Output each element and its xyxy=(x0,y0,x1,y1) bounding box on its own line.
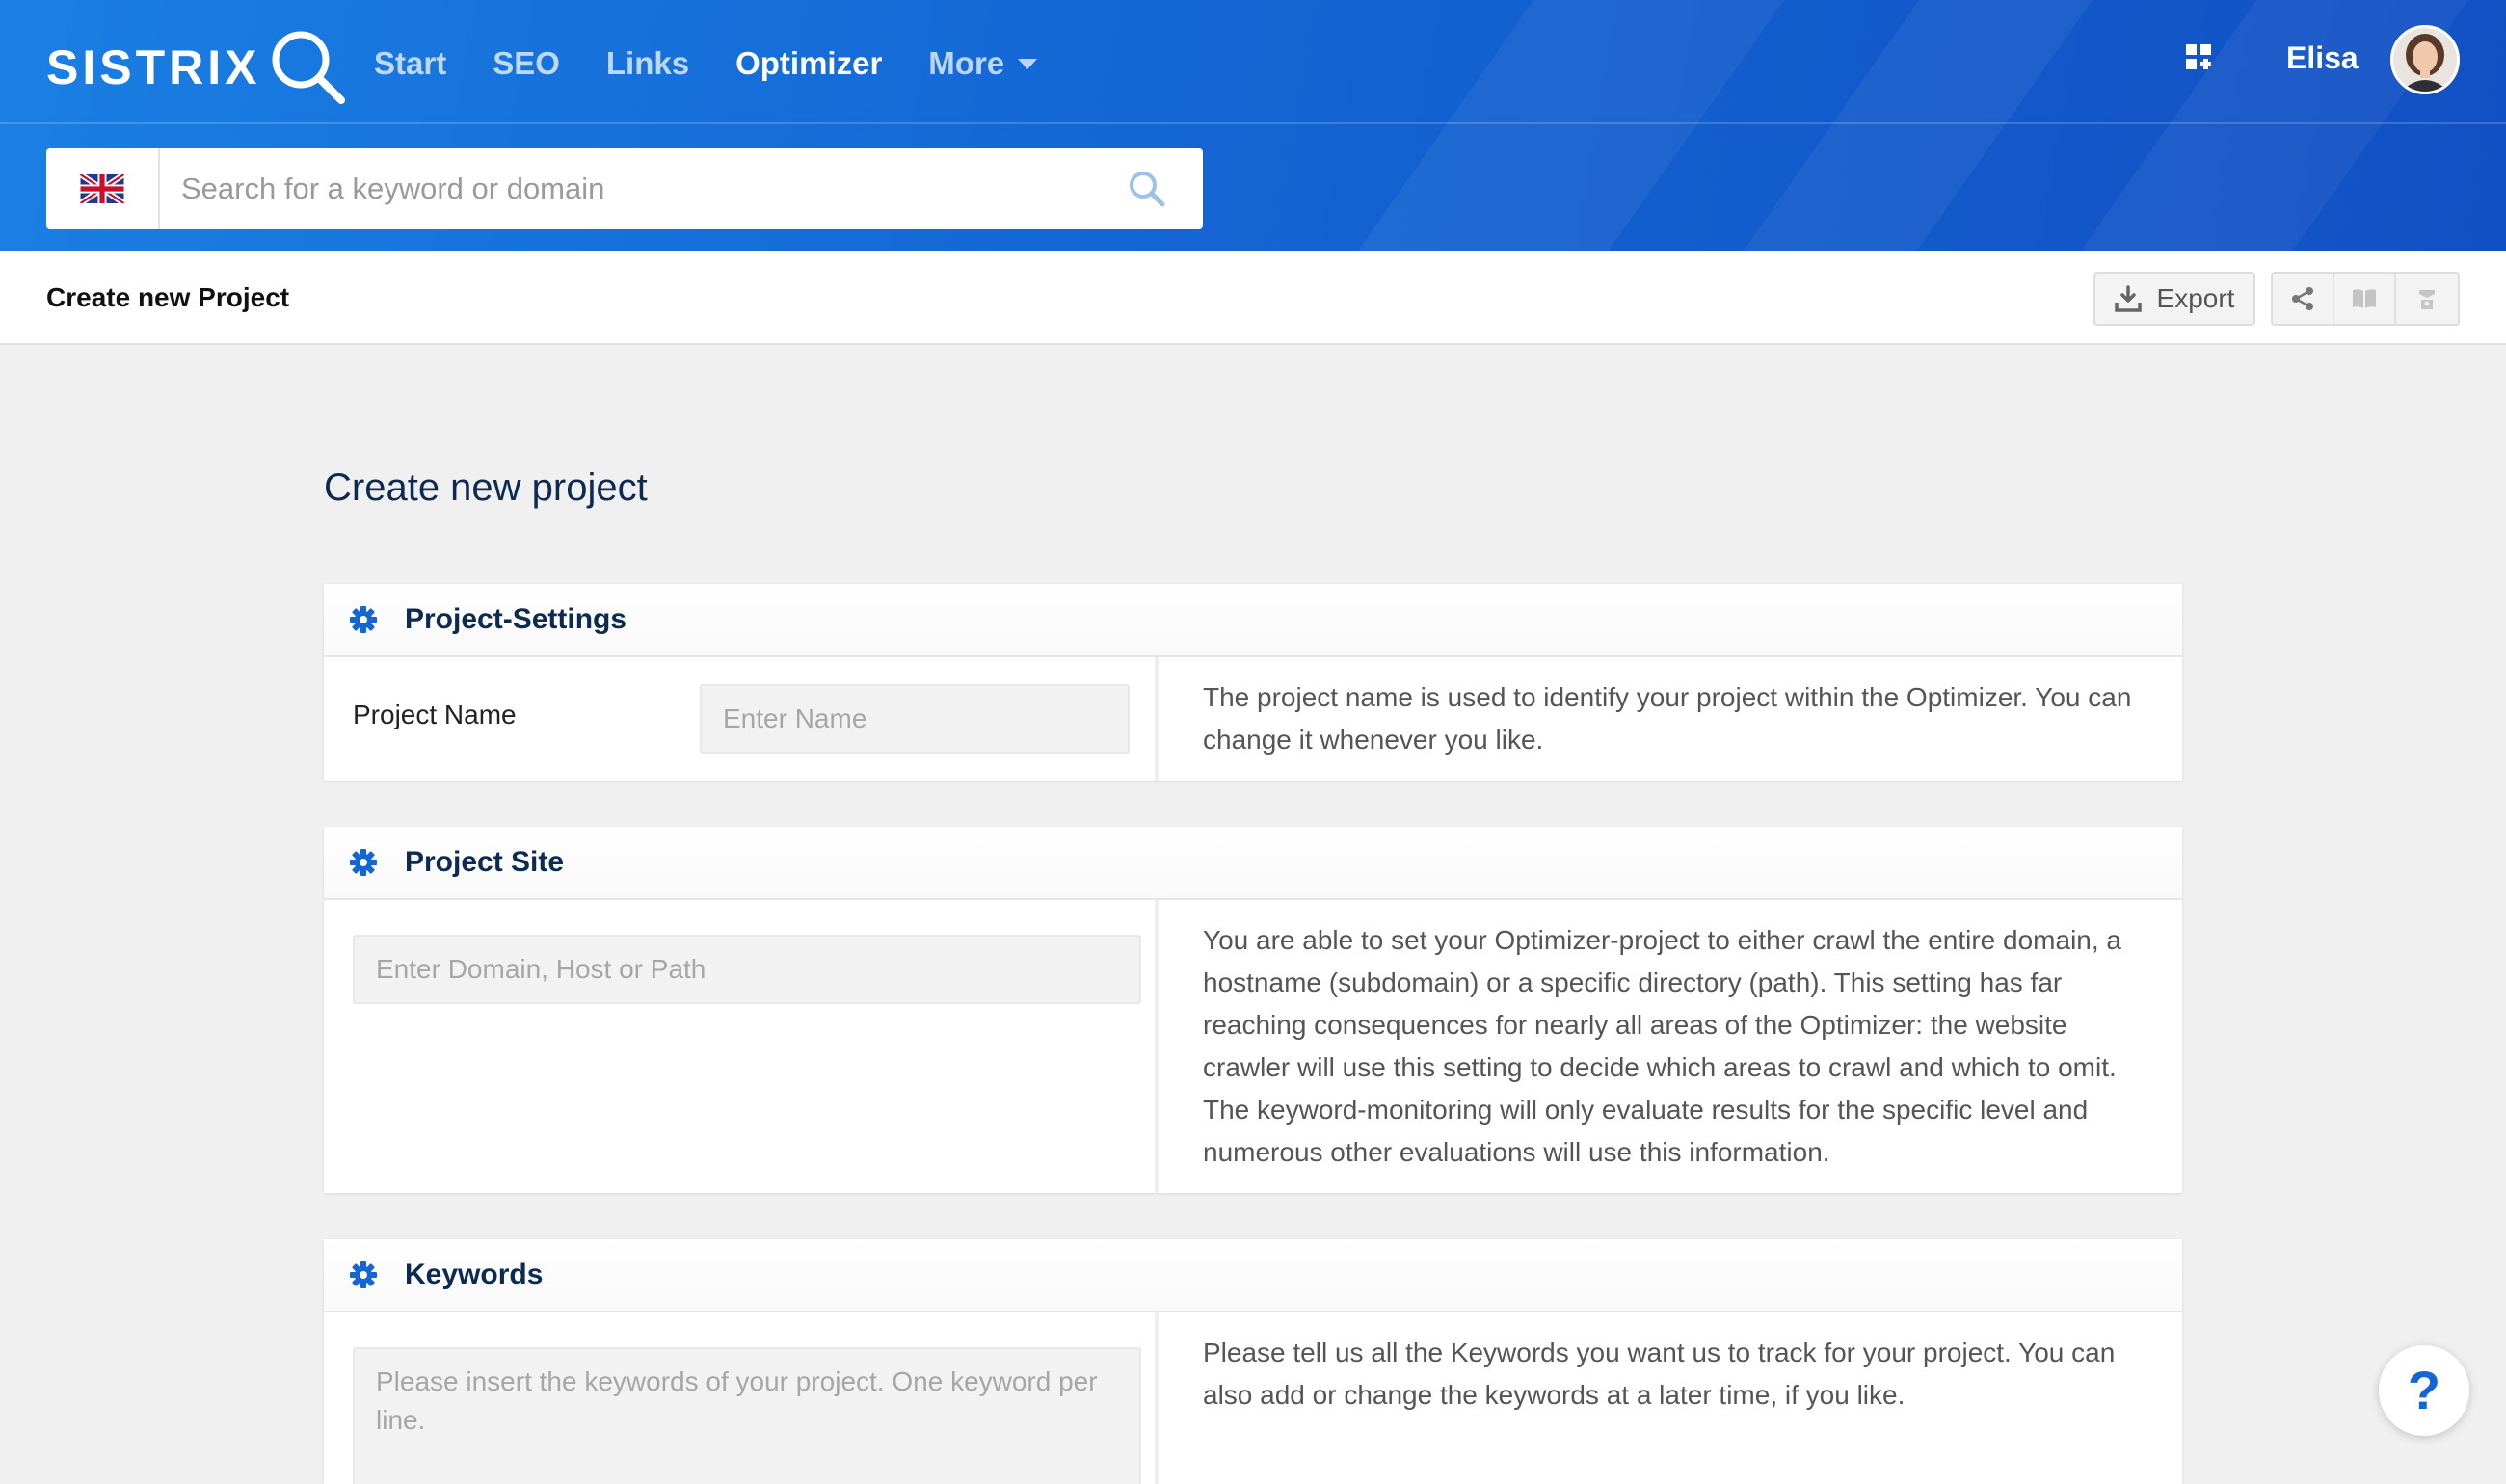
uk-flag-icon xyxy=(80,174,124,203)
export-label: Export xyxy=(2156,283,2235,313)
card-form-column xyxy=(324,1312,1159,1484)
header-decor xyxy=(1357,0,1785,251)
export-button[interactable]: Export xyxy=(2093,272,2255,326)
card-title: Project-Settings xyxy=(405,603,627,635)
header-divider xyxy=(0,122,2506,124)
logo-text: SISTRIX xyxy=(46,40,261,94)
project-site-input[interactable] xyxy=(353,935,1141,1004)
project-site-help: You are able to set your Optimizer-proje… xyxy=(1203,925,2121,1167)
search-input[interactable] xyxy=(160,148,1126,229)
user-avatar[interactable] xyxy=(2390,25,2460,94)
apps-grid-icon[interactable] xyxy=(2184,42,2215,73)
project-name-help: The project name is used to identify you… xyxy=(1203,682,2132,755)
page-title: Create new project xyxy=(324,466,648,509)
nav-optimizer[interactable]: Optimizer xyxy=(735,45,882,82)
card-body: You are able to set your Optimizer-proje… xyxy=(324,900,2182,1193)
help-button[interactable]: ? xyxy=(2379,1345,2469,1436)
card-header: Project Site xyxy=(324,827,2182,900)
project-site-card: Project Site You are able to set your Op… xyxy=(324,827,2182,1193)
download-icon xyxy=(2114,285,2142,312)
nav-links[interactable]: Links xyxy=(606,45,689,82)
question-mark-icon: ? xyxy=(2407,1360,2441,1420)
project-settings-card: Project-Settings Project Name The projec… xyxy=(324,584,2182,781)
manual-button[interactable] xyxy=(2334,274,2396,324)
nav-optimizer-label: Optimizer xyxy=(735,45,883,81)
page-toolbar: Create new Project Export xyxy=(0,251,2506,345)
main-nav: Start SEO Links Optimizer More xyxy=(374,37,1083,91)
logo-magnifier-icon xyxy=(272,31,346,104)
nav-more[interactable]: More xyxy=(928,45,1038,82)
top-header: SISTRIX Start SEO Links Optimizer More E… xyxy=(0,0,2506,251)
header-decor xyxy=(1743,0,2093,251)
nav-start[interactable]: Start xyxy=(374,45,446,82)
caret-down-icon xyxy=(1018,58,1038,69)
country-selector[interactable] xyxy=(46,148,160,229)
academy-button[interactable] xyxy=(2396,274,2458,324)
card-body: Project Name The project name is used to… xyxy=(324,657,2182,781)
gear-icon xyxy=(350,849,377,876)
keywords-textarea[interactable] xyxy=(353,1347,1141,1484)
nav-seo-label: SEO xyxy=(493,45,560,81)
user-name[interactable]: Elisa xyxy=(2286,39,2359,77)
card-header: Project-Settings xyxy=(324,584,2182,657)
card-title: Keywords xyxy=(405,1259,544,1290)
keywords-card: Keywords Please tell us all the Keywords… xyxy=(324,1239,2182,1484)
search-bar xyxy=(46,148,1203,229)
gear-icon xyxy=(350,1261,377,1288)
nav-seo[interactable]: SEO xyxy=(493,45,560,82)
card-form-column: Project Name xyxy=(324,657,1159,781)
project-name-input[interactable] xyxy=(700,684,1130,754)
nav-more-label: More xyxy=(928,45,1005,81)
keywords-help: Please tell us all the Keywords you want… xyxy=(1203,1338,2116,1410)
breadcrumb-title: Create new Project xyxy=(46,282,290,312)
graduation-icon xyxy=(2419,290,2435,309)
card-header: Keywords xyxy=(324,1239,2182,1312)
toolbar-button-group xyxy=(2271,272,2460,326)
card-title: Project Site xyxy=(405,846,565,878)
gear-icon xyxy=(350,606,377,633)
card-body: Please tell us all the Keywords you want… xyxy=(324,1312,2182,1484)
sistrix-logo[interactable]: SISTRIX xyxy=(46,27,349,108)
share-icon xyxy=(2292,287,2313,310)
nav-start-label: Start xyxy=(374,45,447,81)
card-form-column xyxy=(324,900,1159,1193)
search-icon[interactable] xyxy=(1126,168,1168,210)
avatar-portrait-icon xyxy=(2393,28,2457,92)
project-name-label: Project Name xyxy=(353,700,517,729)
nav-links-label: Links xyxy=(605,45,690,81)
book-icon xyxy=(2353,289,2376,308)
share-button[interactable] xyxy=(2273,274,2334,324)
